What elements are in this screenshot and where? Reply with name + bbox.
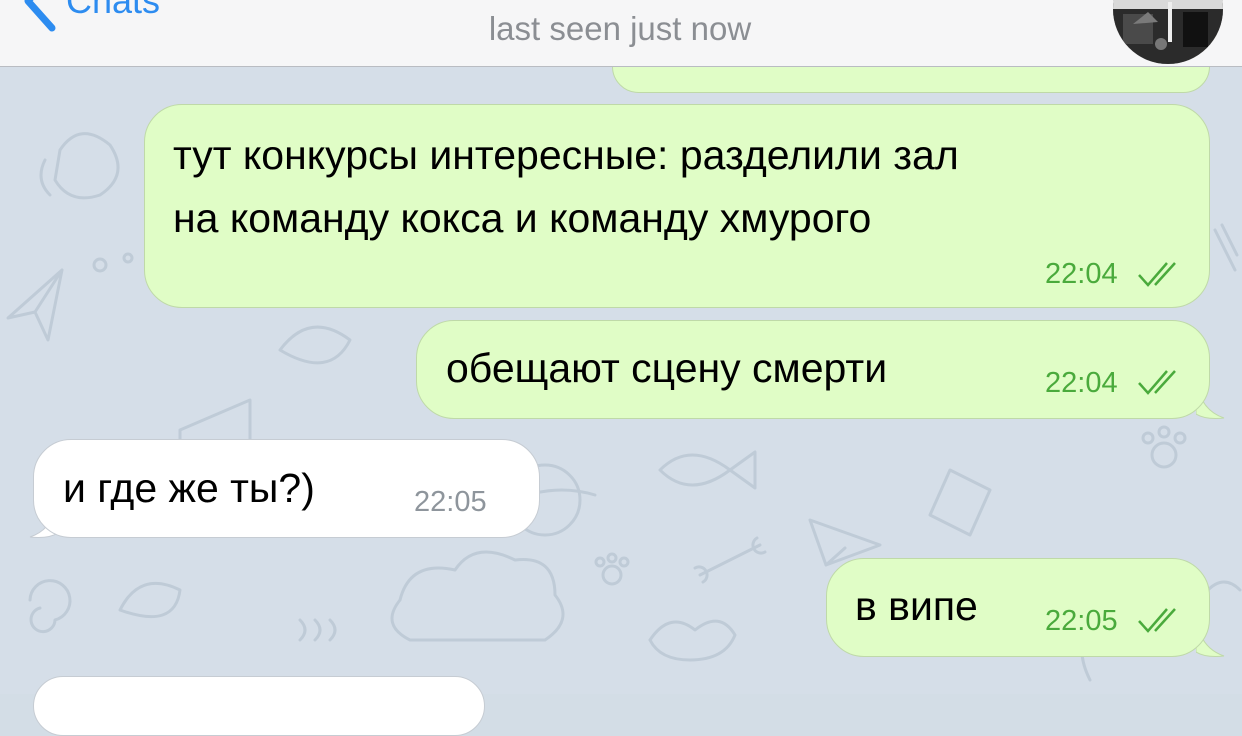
message-time: 22:04 xyxy=(1045,258,1118,290)
back-button[interactable]: Chats xyxy=(18,0,160,32)
message-bubble[interactable]: в випе 22:05 xyxy=(826,558,1210,657)
avatar-photo xyxy=(1113,0,1223,64)
message-time: 22:04 xyxy=(1045,367,1118,399)
message-text: на команду кокса и команду хмурого xyxy=(173,195,872,241)
chat-status: last seen just now xyxy=(488,10,752,47)
chevron-left-icon xyxy=(24,0,56,32)
message-bubble-partial[interactable] xyxy=(33,676,485,736)
message-bubble[interactable]: и где же ты?) 22:05 xyxy=(33,439,540,538)
message-bubble[interactable]: тут конкурсы интересные: разделили зал н… xyxy=(144,104,1210,308)
avatar[interactable] xyxy=(1113,0,1223,64)
back-label: Chats xyxy=(66,0,161,21)
message-text: обещают сцену смерти xyxy=(446,345,888,391)
double-check-icon xyxy=(1138,608,1176,633)
double-check-icon xyxy=(1138,370,1176,395)
message-time: 22:05 xyxy=(1045,605,1118,637)
message-bubble[interactable]: обещают сцену смерти 22:04 xyxy=(416,320,1210,419)
message-text: тут конкурсы интересные: разделили зал xyxy=(173,132,959,178)
double-check-icon xyxy=(1138,262,1176,287)
message-text: и где же ты?) xyxy=(63,465,315,511)
message-time: 22:05 xyxy=(414,486,487,518)
navigation-bar: Chats last seen just now xyxy=(0,0,1242,67)
message-text: в випе xyxy=(855,583,978,629)
